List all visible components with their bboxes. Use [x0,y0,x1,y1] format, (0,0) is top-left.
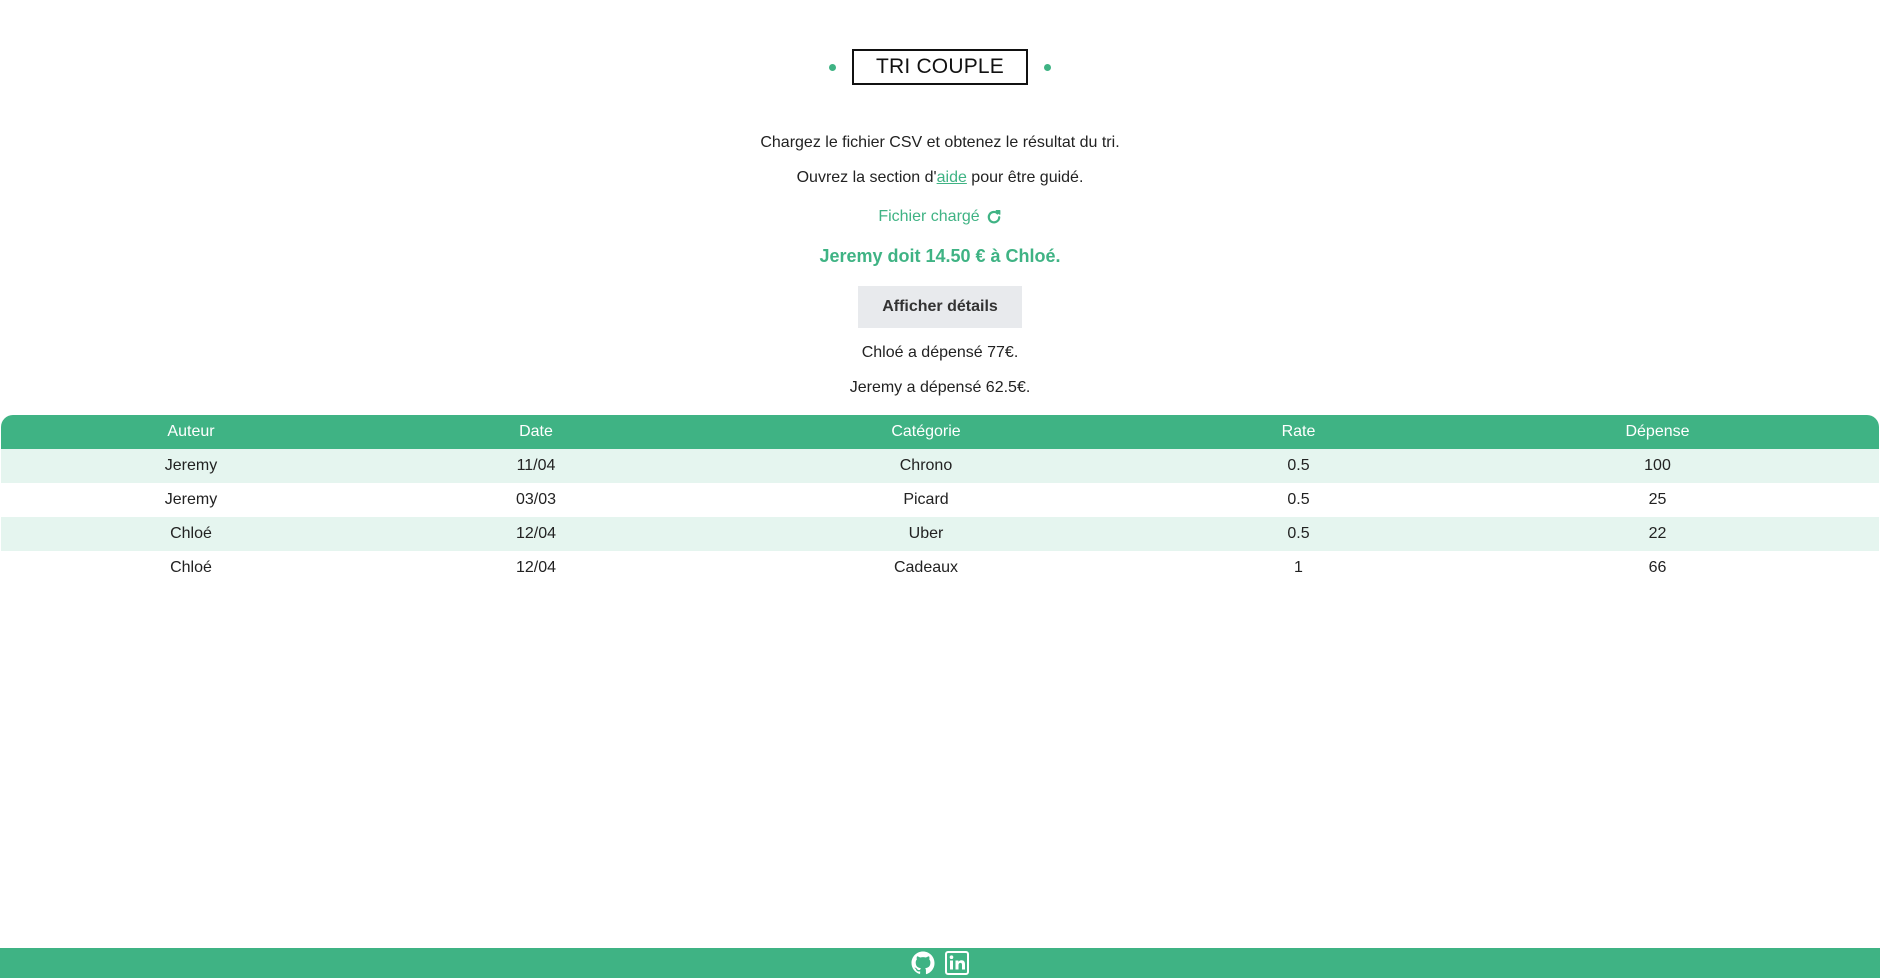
title-left-dot [829,63,836,71]
cell-author: Jeremy [164,491,218,508]
column-header-author: Auteur [1,415,381,449]
spent-jeremy: Jeremy a dépensé 62.5€. [849,379,1031,396]
cell-author: Chloé [170,559,212,576]
file-loaded-label: Fichier chargé [878,208,980,225]
linkedin-icon[interactable] [944,950,970,976]
cell-expense: 25 [1648,491,1667,508]
page: TRI COUPLE Chargez le fichier CSV et obt… [0,0,1880,978]
column-header-date: Date [381,415,691,449]
cell-expense: 22 [1648,525,1667,542]
cell-rate: 0.5 [1287,525,1310,542]
show-details-button[interactable]: Afficher détails [858,286,1022,328]
help-suffix: pour être guidé. [966,169,1084,186]
help-text: Ouvrez la section d'aide pour être guidé… [0,169,1880,187]
cell-rate: 0.5 [1287,491,1310,508]
cell-expense: 100 [1644,457,1671,474]
spent-chloe: Chloé a dépensé 77€. [861,344,1019,361]
cell-category: Chrono [899,457,953,474]
cell-date: 12/04 [515,559,557,576]
result-text: Jeremy doit 14.50 € à Chloé. [819,246,1061,266]
cell-category: Picard [903,491,949,508]
title-right-dot [1044,63,1051,71]
table-row: Chloé 12/04 Cadeaux 1 66 [1,551,1879,585]
footer [0,948,1880,978]
cell-expense: 66 [1648,559,1667,576]
cell-category: Cadeaux [893,559,959,576]
table-header-row: Auteur Date Catégorie Rate Dépense [1,415,1879,449]
cell-date: 03/03 [515,491,557,508]
cell-rate: 0.5 [1287,457,1310,474]
cell-date: 11/04 [516,457,556,474]
table-row: Jeremy 03/03 Picard 0.5 25 [1,483,1879,517]
expenses-table: Auteur Date Catégorie Rate Dépense Jerem… [1,415,1879,585]
column-header-category: Catégorie [691,415,1161,449]
intro-text: Chargez le fichier CSV et obtenez le rés… [760,134,1120,151]
table-row: Chloé 12/04 Uber 0.5 22 [1,517,1879,551]
cell-author: Chloé [170,525,212,542]
cell-date: 12/04 [515,525,557,542]
title-area: TRI COUPLE [0,49,1880,85]
github-icon[interactable] [910,950,936,976]
help-prefix: Ouvrez la section d' [796,169,937,186]
column-header-rate: Rate [1161,415,1436,449]
help-link[interactable]: aide [937,169,967,186]
cell-author: Jeremy [164,457,218,474]
column-header-expense: Dépense [1436,415,1879,449]
file-loaded-status[interactable]: Fichier chargé [0,208,1880,226]
cell-category: Uber [908,525,944,542]
cell-rate: 1 [1294,559,1303,576]
table-row: Jeremy 11/04 Chrono 0.5 100 [1,449,1879,483]
page-title: TRI COUPLE [852,49,1028,85]
refresh-icon[interactable] [986,209,1002,225]
